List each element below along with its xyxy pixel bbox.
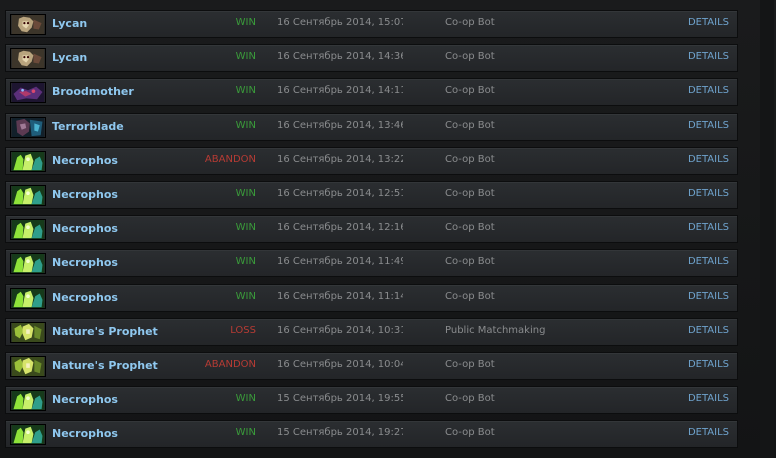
necrophos-portrait-icon [10, 424, 46, 446]
game-mode: Co-op Bot [445, 119, 495, 131]
match-row[interactable]: Necrophos ABANDON 16 Сентябрь 2014, 13:22 C… [5, 146, 738, 175]
match-result: WIN [235, 290, 256, 302]
match-row[interactable]: Necrophos WIN 16 Сентябрь 2014, 12:16 Co-op… [5, 215, 738, 244]
match-row[interactable]: Necrophos WIN 16 Сентябрь 2014, 12:51 Co-op… [5, 181, 738, 209]
lycan-portrait-icon [10, 48, 46, 70]
match-result: ABANDON [204, 153, 256, 165]
hero-name: Necrophos [52, 290, 118, 304]
natures-prophet-portrait-icon [10, 356, 46, 377]
match-date: 16 Сентябрь 2014, 15:07 [277, 17, 403, 28]
match-result: WIN [235, 17, 256, 28]
hero-name: Terrorblade [52, 119, 124, 133]
hero-name: Nature's Prophet [52, 324, 158, 338]
game-mode: Co-op Bot [445, 427, 495, 439]
details-link[interactable]: DETAILS [688, 85, 729, 96]
match-date: 16 Сентябрь 2014, 11:49 [277, 256, 403, 268]
details-link[interactable]: DETAILS [688, 359, 729, 370]
game-mode: Co-op Bot [445, 51, 495, 63]
match-row[interactable]: Necrophos WIN 15 Сентябрь 2014, 19:55 Co-op… [5, 386, 738, 415]
details-link[interactable]: DETAILS [688, 17, 729, 28]
match-result: LOSS [230, 324, 256, 336]
details-link[interactable]: DETAILS [688, 51, 729, 62]
details-link[interactable]: DETAILS [688, 325, 729, 336]
match-result: WIN [235, 85, 256, 97]
game-mode: Co-op Bot [445, 188, 495, 199]
game-mode: Co-op Bot [445, 359, 495, 370]
match-row[interactable]: Necrophos WIN 16 Сентябрь 2014, 11:14 Co-op… [5, 283, 738, 312]
hero-name: Nature's Prophet [52, 359, 158, 372]
match-date: 16 Сентябрь 2014, 10:04 [277, 359, 403, 370]
details-link[interactable]: DETAILS [688, 154, 729, 165]
match-result: WIN [235, 188, 256, 199]
match-row[interactable]: Necrophos WIN 15 Сентябрь 2014, 19:27 Co-op… [5, 420, 738, 449]
hero-name: Necrophos [52, 256, 118, 270]
match-row[interactable]: Nature's Prophet LOSS 16 Сентябрь 2014, 10… [5, 317, 738, 346]
necrophos-portrait-icon [10, 219, 46, 241]
match-date: 16 Сентябрь 2014, 10:31 [277, 324, 403, 336]
details-link[interactable]: DETAILS [688, 120, 729, 131]
match-date: 16 Сентябрь 2014, 14:11 [277, 85, 403, 97]
lycan-portrait-icon [10, 14, 46, 35]
game-mode: Co-op Bot [445, 222, 495, 234]
match-result: WIN [235, 393, 256, 405]
details-link[interactable]: DETAILS [688, 222, 729, 233]
match-result: WIN [235, 427, 256, 439]
match-date: 16 Сентябрь 2014, 13:46 [277, 119, 403, 131]
game-mode: Co-op Bot [445, 393, 495, 405]
details-link[interactable]: DETAILS [688, 291, 729, 302]
hero-name: Necrophos [52, 153, 118, 167]
hero-name: Necrophos [52, 393, 118, 407]
match-history-list: Lycan WIN 16 Сентябрь 2014, 15:07 Co-op Bot… [0, 0, 776, 458]
necrophos-portrait-icon [10, 185, 46, 206]
hero-name: Lycan [52, 51, 88, 65]
match-date: 16 Сентябрь 2014, 14:36 [277, 51, 403, 63]
match-date: 16 Сентябрь 2014, 12:51 [277, 188, 403, 199]
broodmother-portrait-icon [10, 82, 46, 104]
match-row[interactable]: Nature's Prophet ABANDON 16 Сентябрь 2014,… [5, 352, 738, 380]
match-date: 15 Сентябрь 2014, 19:27 [277, 427, 403, 439]
necrophos-portrait-icon [10, 287, 46, 309]
hero-name: Lycan [52, 17, 88, 30]
match-result: WIN [235, 222, 256, 234]
necrophos-portrait-icon [10, 150, 46, 172]
game-mode: Co-op Bot [445, 85, 495, 97]
natures-prophet-portrait-icon [10, 321, 46, 343]
details-link[interactable]: DETAILS [688, 393, 729, 404]
hero-name: Necrophos [52, 427, 118, 441]
details-link[interactable]: DETAILS [688, 188, 729, 199]
game-mode: Co-op Bot [445, 153, 495, 165]
match-result: WIN [235, 119, 256, 131]
game-mode: Co-op Bot [445, 17, 495, 28]
match-date: 16 Сентябрь 2014, 12:16 [277, 222, 403, 234]
match-row[interactable]: Lycan WIN 16 Сентябрь 2014, 15:07 Co-op Bot… [5, 10, 738, 38]
details-link[interactable]: DETAILS [688, 256, 729, 267]
necrophos-portrait-icon [10, 253, 46, 275]
necrophos-portrait-icon [10, 390, 46, 412]
hero-name: Necrophos [52, 222, 118, 236]
match-row[interactable]: Lycan WIN 16 Сентябрь 2014, 14:36 Co-op Bot… [5, 44, 738, 73]
match-result: ABANDON [204, 359, 256, 370]
match-date: 15 Сентябрь 2014, 19:55 [277, 393, 403, 405]
match-row[interactable]: Necrophos WIN 16 Сентябрь 2014, 11:49 Co-op… [5, 249, 738, 278]
match-result: WIN [235, 256, 256, 268]
match-result: WIN [235, 51, 256, 63]
match-row[interactable]: Terrorblade WIN 16 Сентябрь 2014, 13:46 Co-… [5, 112, 738, 141]
match-row[interactable]: Broodmother WIN 16 Сентябрь 2014, 14:11 Co-… [5, 78, 738, 107]
match-date: 16 Сентябрь 2014, 11:14 [277, 290, 403, 302]
terrorblade-portrait-icon [10, 116, 46, 138]
scrollbar-track[interactable] [760, 0, 774, 458]
hero-name: Broodmother [52, 85, 134, 99]
match-date: 16 Сентябрь 2014, 13:22 [277, 153, 403, 165]
game-mode: Public Matchmaking [445, 324, 546, 336]
game-mode: Co-op Bot [445, 290, 495, 302]
details-link[interactable]: DETAILS [688, 427, 729, 438]
game-mode: Co-op Bot [445, 256, 495, 268]
hero-name: Necrophos [52, 188, 118, 201]
